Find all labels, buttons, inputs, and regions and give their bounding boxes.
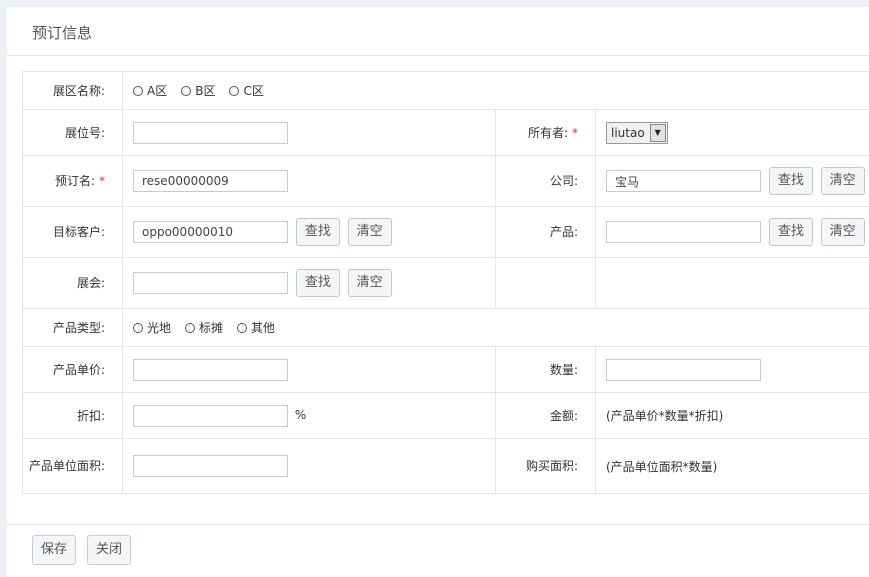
radio-circle-icon [185, 323, 195, 333]
exhibition-clear-button[interactable]: 清空 [348, 269, 392, 297]
radio-circle-icon [237, 323, 247, 333]
row-target-customer: 目标客户: 查找 清空 产品: 查找 清空 [23, 207, 869, 258]
zone-option-label: C区 [243, 82, 263, 99]
product-type-label: 产品类型: [23, 309, 123, 347]
row-product-type: 产品类型: 光地 标摊 其他 [23, 309, 869, 347]
target-customer-find-button[interactable]: 查找 [296, 218, 340, 246]
zone-field: A区 B区 C区 [123, 72, 869, 110]
product-label: 产品: [496, 207, 596, 258]
booking-name-label-cell: 预订名: * [23, 156, 123, 207]
exhibition-input[interactable] [133, 272, 288, 294]
booking-name-field [123, 156, 496, 207]
owner-label: 所有者: [528, 126, 568, 140]
target-customer-field: 查找 清空 [123, 207, 496, 258]
panel-title: 预订信息 [32, 22, 92, 43]
product-type-radio-standard[interactable]: 标摊 [185, 319, 223, 336]
discount-input[interactable] [133, 405, 288, 427]
row-zone: 展区名称: A区 B区 C区 [23, 72, 869, 110]
zone-radio-group: A区 B区 C区 [133, 82, 278, 99]
radio-circle-icon [181, 86, 191, 96]
chevron-down-icon[interactable]: ▼ [650, 124, 666, 142]
booking-form: 展区名称: A区 B区 C区 展位号: 所有者: * liutao ▼ [22, 71, 869, 494]
row-booth: 展位号: 所有者: * liutao ▼ [23, 110, 869, 156]
unit-price-field [123, 347, 496, 393]
product-type-option-label: 光地 [147, 319, 171, 336]
exhibition-find-button[interactable]: 查找 [296, 269, 340, 297]
zone-option-label: B区 [195, 82, 215, 99]
target-customer-label: 目标客户: [23, 207, 123, 258]
booking-name-label: 预订名: [55, 174, 95, 188]
booking-name-input[interactable] [133, 170, 288, 192]
required-mark: * [99, 174, 105, 188]
amount-field: (产品单价*数量*折扣) [596, 393, 869, 439]
product-field: 查找 清空 [596, 207, 869, 258]
target-customer-input[interactable] [133, 221, 288, 243]
purchase-area-field: (产品单位面积*数量) [596, 439, 869, 494]
zone-radio-c[interactable]: C区 [229, 82, 263, 99]
product-input[interactable] [606, 221, 761, 243]
row-exhibition: 展会: 查找 清空 [23, 258, 869, 309]
radio-circle-icon [133, 86, 143, 96]
product-type-radio-group: 光地 标摊 其他 [133, 319, 289, 336]
purchase-area-label: 购买面积: [496, 439, 596, 494]
unit-area-label: 产品单位面积: [23, 439, 123, 494]
company-clear-button[interactable]: 清空 [821, 167, 865, 195]
product-type-radio-other[interactable]: 其他 [237, 319, 275, 336]
company-field: 查找 清空 [596, 156, 869, 207]
discount-unit: % [295, 408, 306, 422]
owner-field: liutao ▼ [596, 110, 869, 156]
unit-price-input[interactable] [133, 359, 288, 381]
amount-label: 金额: [496, 393, 596, 439]
footer-divider [7, 524, 869, 525]
unit-area-field [123, 439, 496, 494]
booking-panel: 预订信息 展区名称: A区 B区 C区 展位号: 所有者:* l [7, 7, 869, 577]
company-label: 公司: [496, 156, 596, 207]
discount-field: % [123, 393, 496, 439]
exhibition-label: 展会: [23, 258, 123, 309]
radio-circle-icon [133, 323, 143, 333]
purchase-area-hint: (产品单位面积*数量) [606, 460, 717, 474]
booth-no-input[interactable] [133, 122, 288, 144]
company-input[interactable] [606, 170, 761, 192]
unit-area-input[interactable] [133, 455, 288, 477]
empty-cell [496, 258, 596, 309]
product-type-radio-ground[interactable]: 光地 [133, 319, 171, 336]
owner-label-cell: 所有者: * [496, 110, 596, 156]
discount-label: 折扣: [23, 393, 123, 439]
row-unit-area: 产品单位面积: 购买面积: (产品单位面积*数量) [23, 439, 869, 494]
exhibition-field: 查找 清空 [123, 258, 496, 309]
quantity-field [596, 347, 869, 393]
row-booking-name: 预订名: * 公司: 查找 清空 [23, 156, 869, 207]
amount-hint: (产品单价*数量*折扣) [606, 409, 723, 423]
target-customer-clear-button[interactable]: 清空 [348, 218, 392, 246]
close-button[interactable]: 关闭 [87, 535, 131, 565]
empty-cell [596, 258, 869, 309]
owner-select[interactable]: liutao ▼ [606, 122, 668, 144]
panel-header: 预订信息 [7, 7, 869, 56]
row-unit-price: 产品单价: 数量: [23, 347, 869, 393]
booth-no-label: 展位号: [23, 110, 123, 156]
product-find-button[interactable]: 查找 [769, 218, 813, 246]
row-discount: 折扣: % 金额: (产品单价*数量*折扣) [23, 393, 869, 439]
product-clear-button[interactable]: 清空 [821, 218, 865, 246]
quantity-input[interactable] [606, 359, 761, 381]
booth-no-field [123, 110, 496, 156]
product-type-option-label: 其他 [251, 319, 275, 336]
product-type-field: 光地 标摊 其他 [123, 309, 869, 347]
zone-option-label: A区 [147, 82, 167, 99]
zone-label: 展区名称: [23, 72, 123, 110]
zone-radio-b[interactable]: B区 [181, 82, 215, 99]
save-button[interactable]: 保存 [32, 535, 76, 565]
company-find-button[interactable]: 查找 [769, 167, 813, 195]
owner-selected-value: liutao [607, 124, 649, 142]
quantity-label: 数量: [496, 347, 596, 393]
required-mark: * [572, 126, 578, 140]
zone-radio-a[interactable]: A区 [133, 82, 167, 99]
product-type-option-label: 标摊 [199, 319, 223, 336]
unit-price-label: 产品单价: [23, 347, 123, 393]
radio-circle-icon [229, 86, 239, 96]
